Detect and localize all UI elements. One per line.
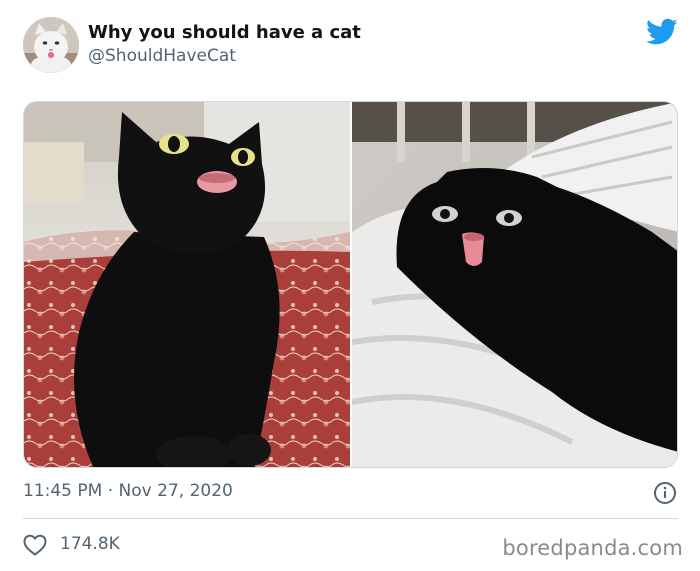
avatar-image [23, 17, 79, 73]
divider [23, 518, 678, 519]
avatar[interactable] [23, 17, 79, 73]
author-name[interactable]: Why you should have a cat [88, 22, 361, 43]
tweet-date: Nov 27, 2020 [118, 481, 233, 501]
like-count[interactable]: 174.8K [60, 534, 120, 554]
author-handle[interactable]: @ShouldHaveCat [88, 46, 236, 66]
tweet-media[interactable] [23, 101, 678, 468]
watermark: boredpanda.com [502, 536, 683, 560]
heart-icon[interactable] [23, 534, 47, 556]
photo-black-cat-lying[interactable] [351, 102, 677, 467]
photo-black-cat-sitting[interactable] [24, 102, 350, 467]
tweet-timestamp[interactable]: 11:45 PM · Nov 27, 2020 [23, 481, 233, 501]
tweet-card: Why you should have a cat @ShouldHaveCat [0, 0, 700, 571]
tweet-time: 11:45 PM [23, 481, 103, 501]
twitter-bird-icon[interactable] [646, 18, 678, 46]
info-icon[interactable] [653, 481, 677, 505]
timestamp-separator: · [107, 481, 114, 501]
